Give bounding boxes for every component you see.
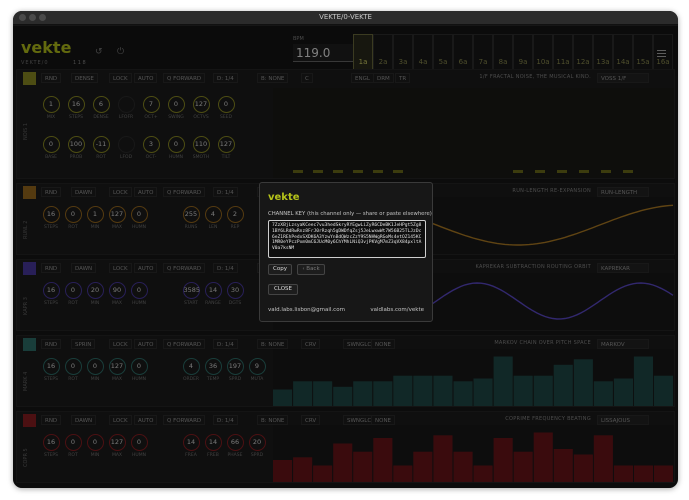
copy-button[interactable]: Copy bbox=[268, 264, 292, 275]
contact-email[interactable]: vald.labs.lisbon@gmail.com bbox=[268, 307, 345, 313]
title-bar: VEKTE/0-VEKTE bbox=[13, 11, 678, 25]
back-button[interactable]: ‹ Back bbox=[297, 264, 325, 275]
website-link[interactable]: valdlabs.com/vekte bbox=[370, 307, 424, 313]
dialog-logo: vekte bbox=[268, 192, 300, 202]
window-title: VEKTE/0-VEKTE bbox=[319, 13, 372, 21]
channel-key-textarea[interactable]: 7ZzXBjLzsyaKCeec7vu3hedSkryRYEgwLiZyR6CD… bbox=[268, 220, 426, 258]
close-dialog-button[interactable]: CLOSE bbox=[268, 284, 298, 295]
svg-text:vekte: vekte bbox=[268, 192, 300, 202]
dialog-title: CHANNEL KEY (this channel only — share o… bbox=[268, 211, 432, 217]
channel-key-dialog: vekte CHANNEL KEY (this channel only — s… bbox=[259, 182, 433, 322]
app-window: VEKTE/0-VEKTE vekte VEKTE/0 1 1 8 ↺ ⏻ BP… bbox=[13, 11, 678, 488]
